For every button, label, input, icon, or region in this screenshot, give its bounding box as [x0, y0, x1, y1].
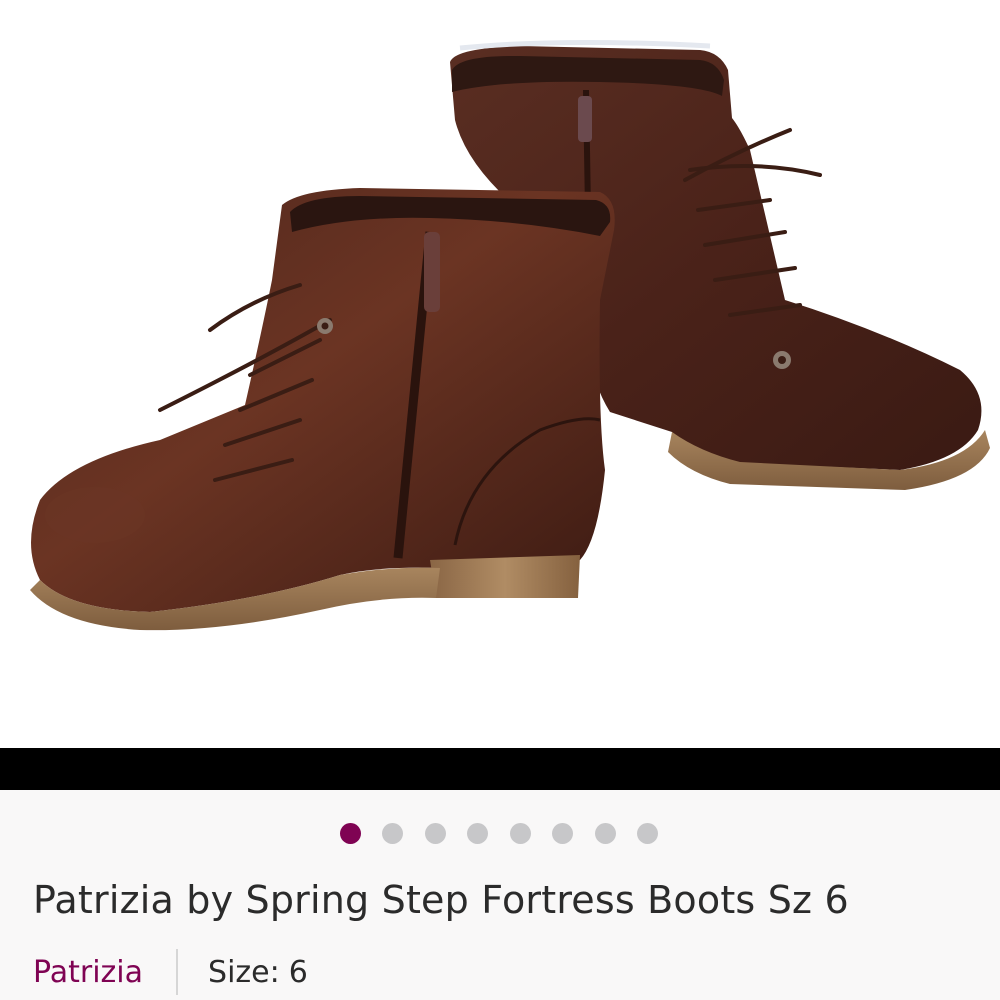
gallery-dot-8[interactable] [637, 822, 659, 844]
size-label: Size: [208, 954, 280, 990]
image-bottom-band [0, 748, 1000, 790]
gallery-dot-7[interactable] [594, 822, 616, 844]
boots-image [30, 39, 990, 631]
meta-divider [176, 949, 179, 995]
listing-page: Patrizia by Spring Step Fortress Boots S… [0, 0, 1000, 1000]
product-photo[interactable] [0, 0, 1000, 748]
gallery-dot-1[interactable] [339, 822, 361, 844]
gallery-dot-6[interactable] [552, 822, 574, 844]
gallery-pagination [0, 822, 1000, 844]
front-boot [30, 188, 615, 631]
listing-title: Patrizia by Spring Step Fortress Boots S… [33, 878, 849, 922]
gallery-dot-4[interactable] [467, 822, 489, 844]
gallery-dot-2[interactable] [382, 822, 404, 844]
size-value: 6 [288, 954, 308, 990]
listing-meta: Patrizia Size: 6 [33, 948, 308, 996]
gallery-dot-5[interactable] [509, 822, 531, 844]
gallery-dot-3[interactable] [424, 822, 446, 844]
brand-link[interactable]: Patrizia [33, 955, 143, 990]
